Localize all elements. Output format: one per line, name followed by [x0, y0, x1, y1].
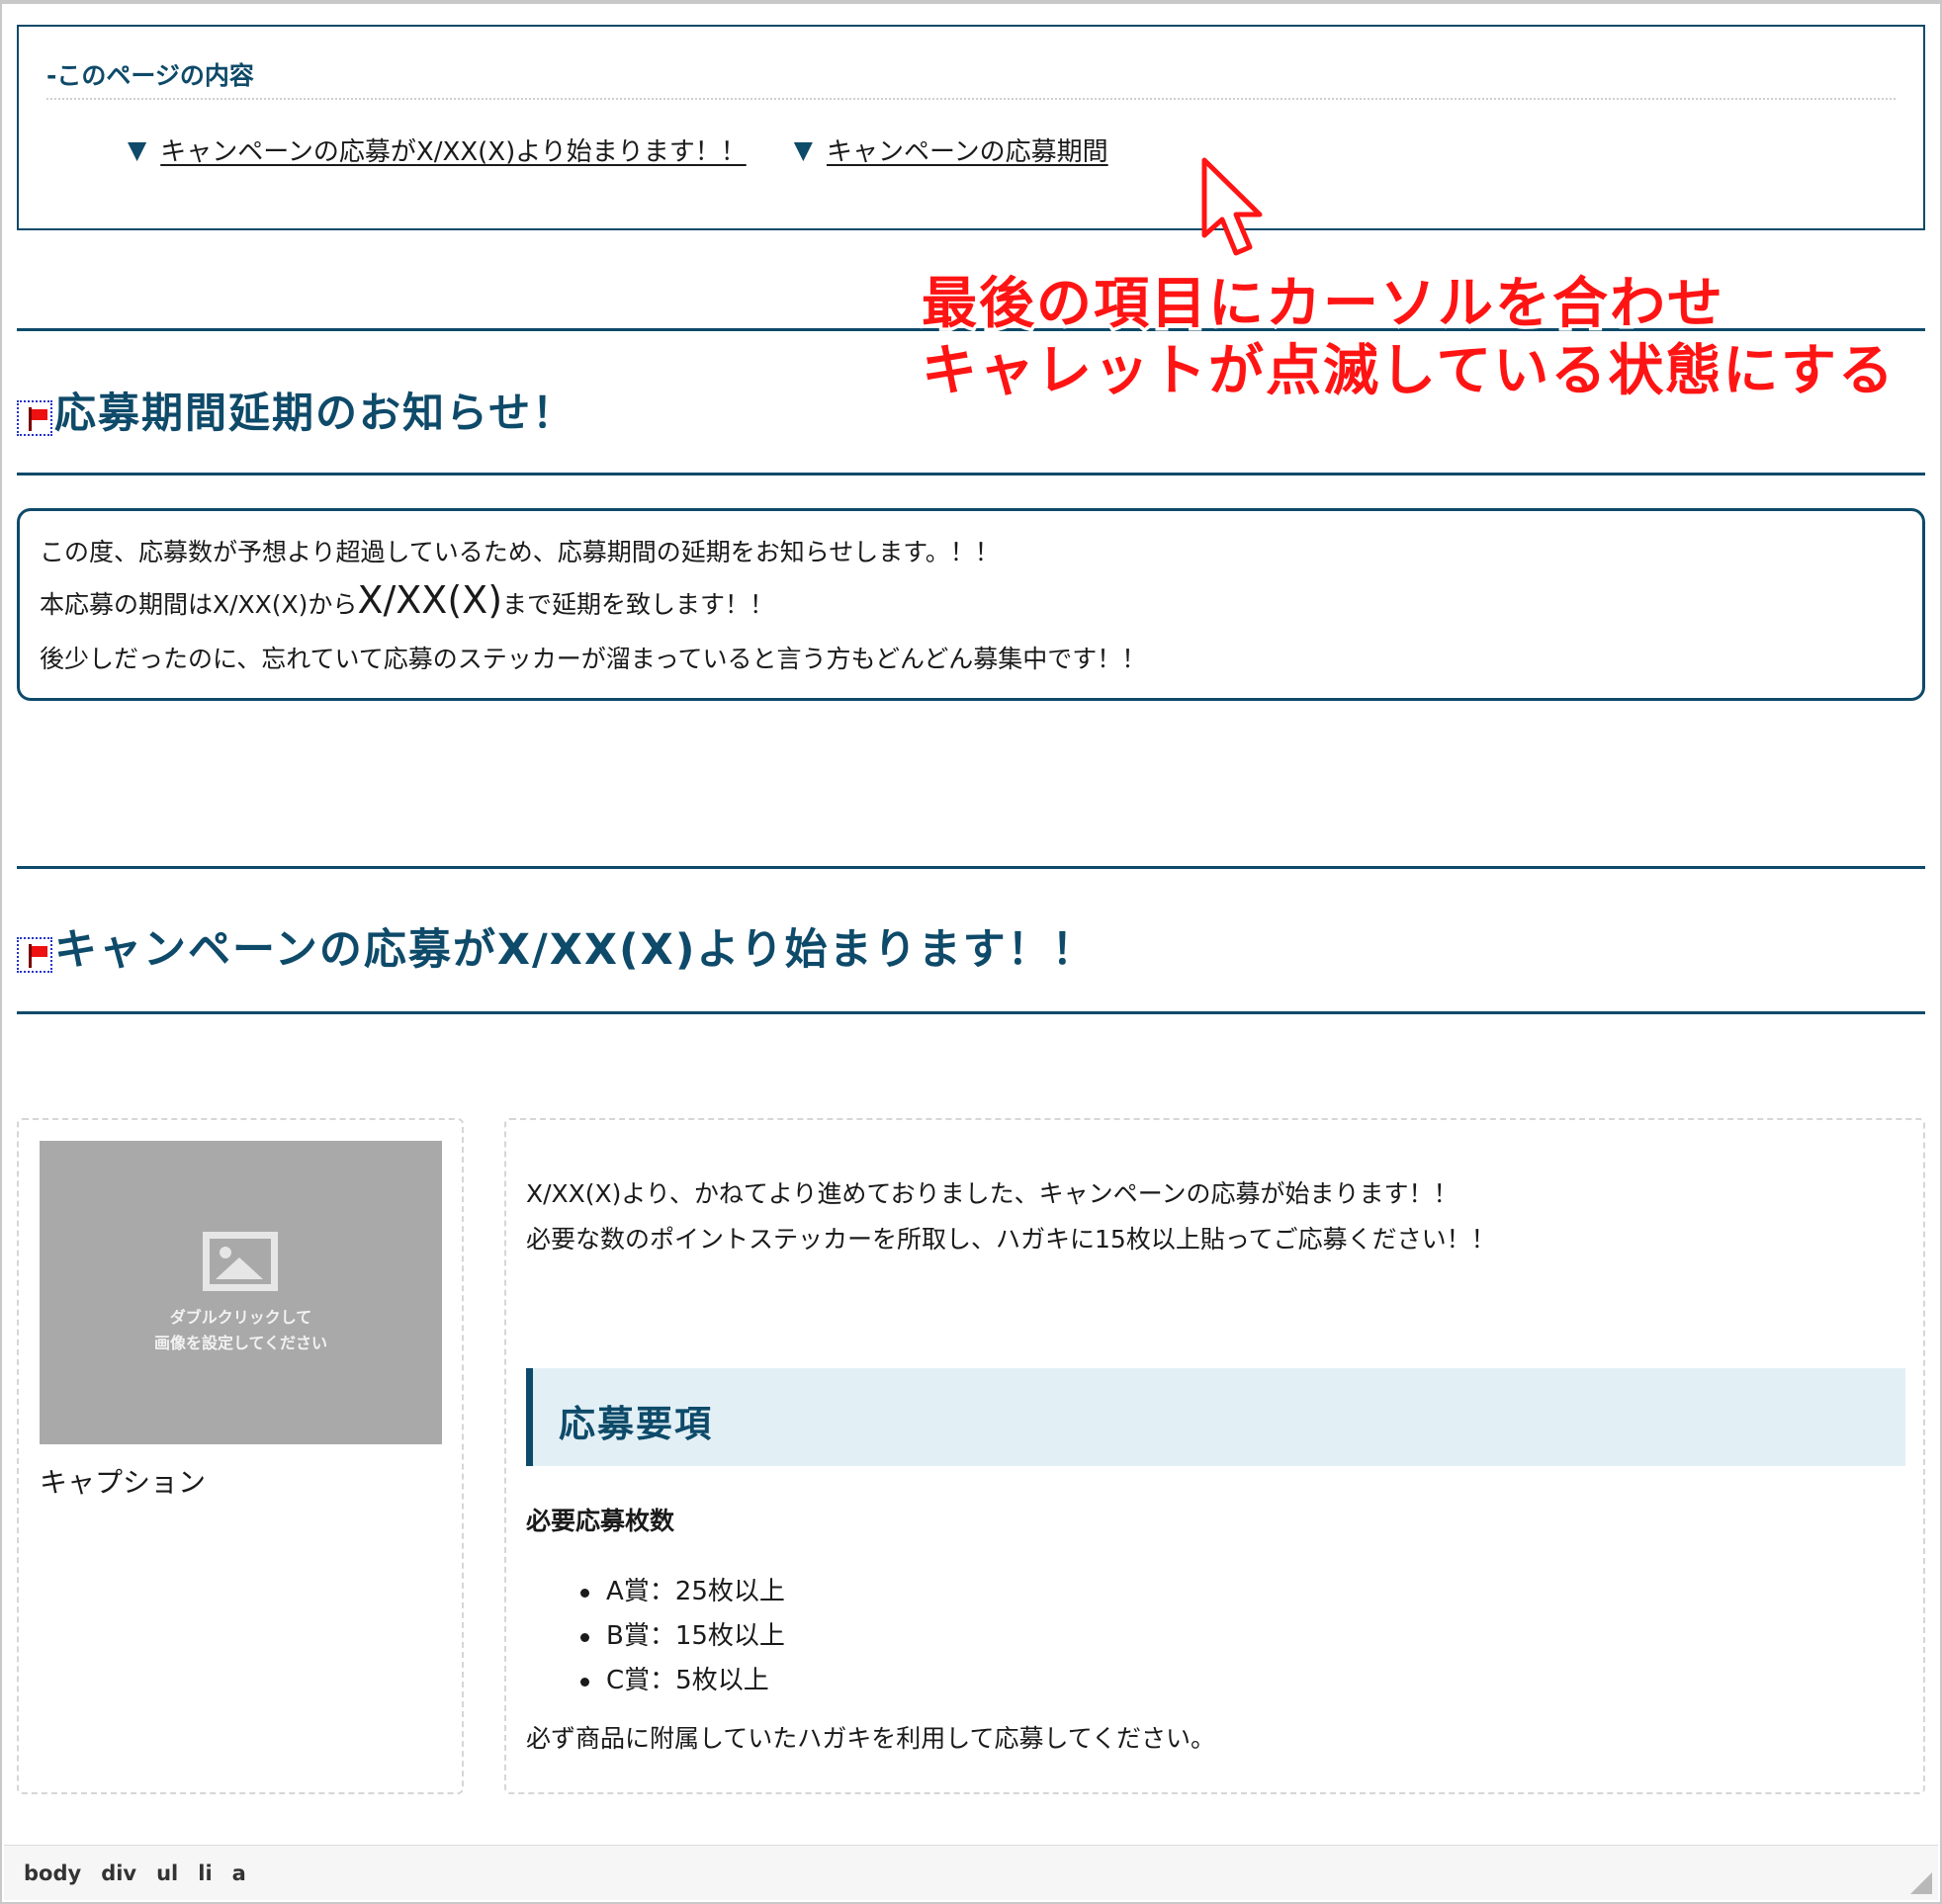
section-heading-extension-text: 応募期間延期のお知らせ！: [54, 389, 576, 437]
text-column[interactable]: X/XX(X)より、かねてより進めておりました、キャンペーンの応募が始まります！…: [504, 1118, 1925, 1794]
list-item: B賞：15枚以上: [580, 1614, 785, 1659]
subheading-text: 応募要項: [559, 1403, 713, 1445]
toc-link-campaign-period[interactable]: キャンペーンの応募期間: [827, 131, 1108, 168]
toc-list: ▼ キャンペーンの応募がX/XX(X)より始まります！！ ▼ キャンペーンの応募…: [128, 131, 1108, 168]
usage-note: 必ず商品に附属していたハガキを利用して応募してください。: [526, 1724, 1216, 1753]
triangle-down-icon: ▼: [128, 135, 147, 164]
intro-paragraph: X/XX(X)より、かねてより進めておりました、キャンペーンの応募が始まります！…: [526, 1179, 1496, 1254]
flag-icon[interactable]: [17, 400, 52, 436]
breadcrumb-item-body[interactable]: body: [24, 1861, 81, 1885]
notice-box[interactable]: この度、応募数が予想より超過しているため、応募期間の延期をお知らせします。！！ …: [17, 508, 1925, 701]
mouse-pointer-icon: [1201, 157, 1263, 256]
flag-icon[interactable]: [17, 937, 52, 973]
section-heading-campaign-start[interactable]: キャンペーンの応募がX/XX(X)より始まります！！: [17, 915, 1097, 977]
toc-item-campaign-period[interactable]: ▼ キャンペーンの応募期間: [794, 131, 1108, 168]
resize-grip-icon[interactable]: [1910, 1872, 1932, 1894]
toc-divider: [46, 98, 1896, 100]
breadcrumb-item-ul[interactable]: ul: [156, 1861, 178, 1885]
notice-line-3: 後少しだったのに、忘れていて応募のステッカーが溜まっていると言う方もどんどん募集…: [40, 645, 1147, 673]
element-path-bar: body div ul li a: [4, 1845, 1938, 1900]
breadcrumb-item-li[interactable]: li: [198, 1861, 212, 1885]
section-heading-extension[interactable]: 応募期間延期のお知らせ！: [17, 380, 575, 440]
section-heading-campaign-start-text: キャンペーンの応募がX/XX(X)より始まります！！: [54, 925, 1097, 975]
image-placeholder-icon: [203, 1232, 278, 1291]
breadcrumb-item-a[interactable]: a: [232, 1861, 246, 1885]
toc-link-campaign-start[interactable]: キャンペーンの応募がX/XX(X)より始まります！！: [160, 131, 746, 168]
image-column[interactable]: ダブルクリックして 画像を設定してください キャプション: [17, 1118, 464, 1794]
notice-line-1: この度、応募数が予想より超過しているため、応募期間の延期をお知らせします。！！: [40, 538, 1000, 566]
breadcrumb: body div ul li a: [24, 1861, 246, 1885]
prize-list: A賞：25枚以上 B賞：15枚以上 C賞：5枚以上: [580, 1570, 785, 1703]
editor-frame: -このページの内容 ▼ キャンペーンの応募がX/XX(X)より始まります！！ ▼…: [0, 0, 1942, 1904]
required-count-label: 必要応募枚数: [526, 1507, 675, 1535]
toc-box: -このページの内容 ▼ キャンペーンの応募がX/XX(X)より始まります！！ ▼…: [17, 25, 1925, 230]
notice-line-2: 本応募の期間はX/XX(X)からX/XX(X)まで延期を致します！！: [40, 578, 775, 622]
toc-item-campaign-start[interactable]: ▼ キャンペーンの応募がX/XX(X)より始まります！！: [128, 131, 747, 168]
heading-top-rule: [17, 866, 1925, 869]
extended-date: X/XX(X): [357, 578, 503, 622]
list-item: C賞：5枚以上: [580, 1659, 785, 1703]
list-item: A賞：25枚以上: [580, 1570, 785, 1614]
subheading-box[interactable]: 応募要項: [526, 1368, 1905, 1466]
breadcrumb-item-div[interactable]: div: [101, 1861, 136, 1885]
image-caption[interactable]: キャプション: [40, 1461, 206, 1501]
heading-bottom-rule: [17, 473, 1925, 476]
image-placeholder-text: ダブルクリックして 画像を設定してください: [153, 1308, 328, 1352]
instruction-annotation: 最後の項目にカーソルを合わせ キャレットが点滅している状態にする: [919, 269, 1898, 407]
triangle-down-icon: ▼: [793, 135, 813, 164]
image-placeholder[interactable]: ダブルクリックして 画像を設定してください: [40, 1141, 442, 1444]
toc-title: -このページの内容: [46, 61, 254, 90]
heading-bottom-rule: [17, 1011, 1925, 1014]
